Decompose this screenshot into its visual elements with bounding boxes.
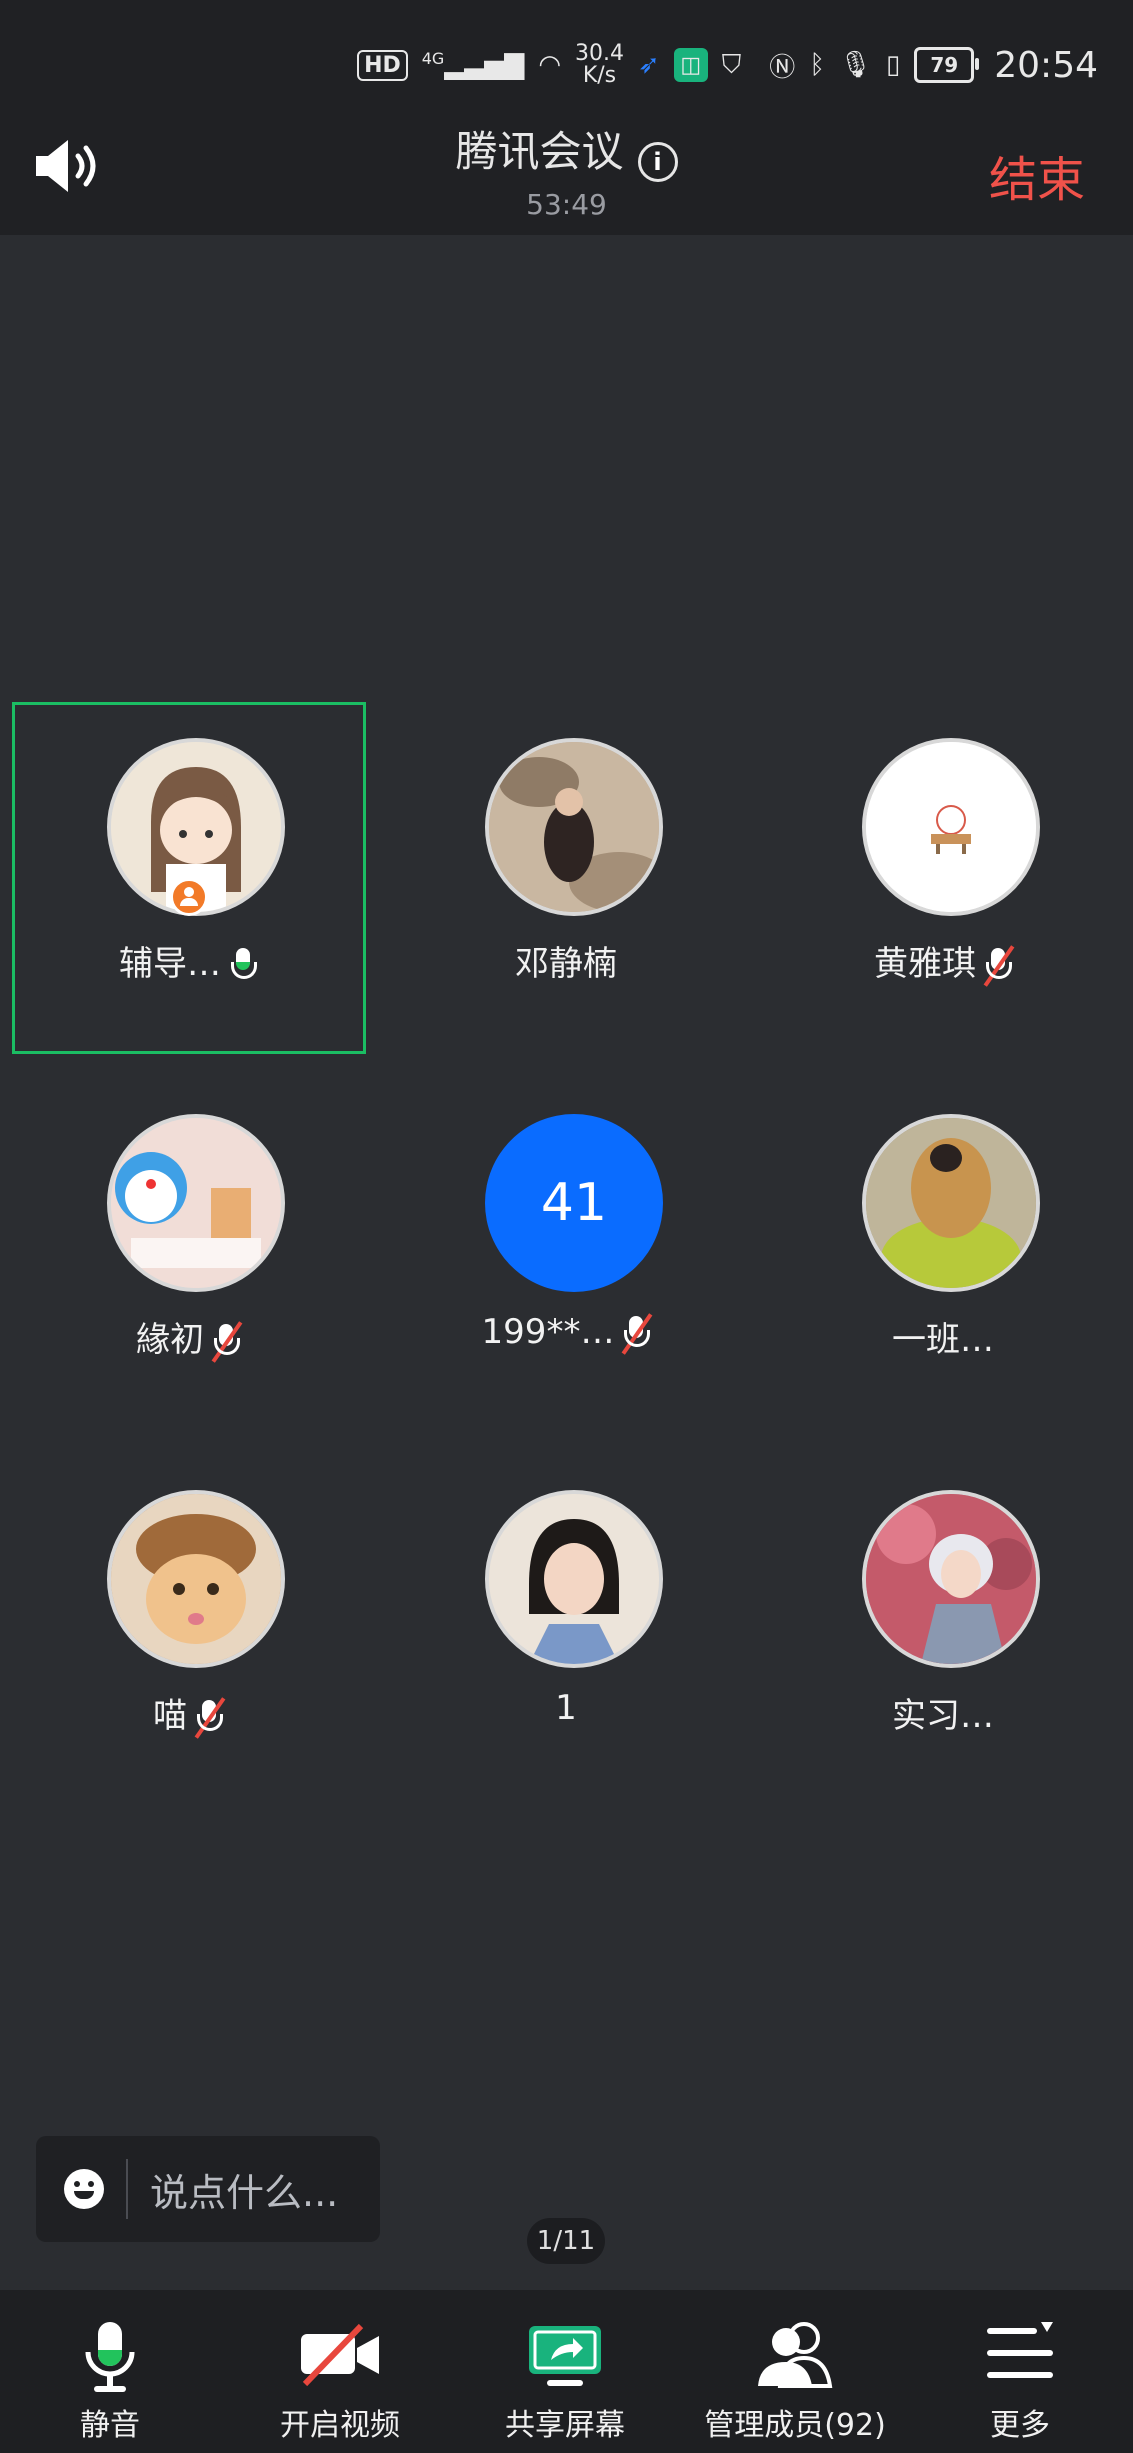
participant-tile[interactable]: 实习… xyxy=(755,1490,1115,1840)
shopping-icon: ◫ xyxy=(673,48,708,82)
status-bar: HD 4G▂▃▅▇ ◠ 30.4 K/s ➶ ◫ ⛉ Ⓝ ᛒ 🎙︎ ▯ 79 2… xyxy=(0,0,1133,125)
photo-avatar-icon xyxy=(866,1494,1036,1664)
meeting-timer: 53:49 xyxy=(526,187,607,221)
avatar xyxy=(107,1114,285,1292)
share-screen-label: 共享屏幕 xyxy=(505,2408,625,2443)
title-area[interactable]: 腾讯会议 i 53:49 xyxy=(0,118,1133,221)
participant-tile[interactable]: 1 xyxy=(378,1490,738,1840)
mic-muted-icon xyxy=(194,1696,226,1739)
divider xyxy=(126,2159,128,2219)
doraemon-avatar-icon xyxy=(111,1118,281,1288)
participant-name: 一班… xyxy=(892,1320,994,1360)
more-button[interactable]: 更多 xyxy=(960,2290,1080,2453)
photo-avatar-icon xyxy=(489,1494,659,1664)
video-off-icon xyxy=(301,2323,379,2387)
page-indicator: 1/11 xyxy=(527,2218,605,2264)
members-icon xyxy=(758,2322,833,2388)
vibrate-icon: ▯ xyxy=(885,50,901,80)
mic-muted-icon xyxy=(211,1320,243,1363)
participant-tile[interactable]: 喵 xyxy=(0,1490,360,1840)
participant-name: 邓静楠 xyxy=(515,944,617,984)
emoji-icon[interactable] xyxy=(64,2169,104,2209)
meeting-header: 腾讯会议 i 53:49 结束 xyxy=(0,110,1133,235)
mic-muted-icon xyxy=(622,1312,653,1355)
participant-name: 辅导… xyxy=(0,936,376,986)
chat-placeholder: 说点什么... xyxy=(150,2170,339,2215)
avatar xyxy=(862,1114,1040,1292)
participant-tile[interactable]: 黄雅琪 xyxy=(755,738,1115,1088)
participant-tile[interactable]: 一班… xyxy=(755,1114,1115,1464)
participant-name: 黄雅琪 xyxy=(755,936,1131,987)
avatar xyxy=(485,1490,663,1668)
signal-icon: 4G▂▃▅▇ xyxy=(421,49,525,81)
avatar: 41 xyxy=(485,1114,663,1292)
mic-on-icon xyxy=(229,946,257,986)
shield-icon: ⛉ xyxy=(721,49,742,80)
participant-tile[interactable]: 緣初 xyxy=(0,1114,360,1464)
avatar xyxy=(862,1490,1040,1668)
mute-label: 静音 xyxy=(80,2408,140,2443)
battery-icon: 79 xyxy=(914,47,980,83)
avatar xyxy=(107,1490,285,1668)
more-menu-icon xyxy=(987,2322,1053,2378)
status-icons: HD 4G▂▃▅▇ ◠ 30.4 K/s ➶ ◫ ⛉ Ⓝ ᛒ 🎙︎ ▯ 79 2… xyxy=(357,38,1098,92)
participant-tile[interactable]: 邓静楠 xyxy=(378,738,738,1088)
mic-muted-icon xyxy=(983,944,1015,987)
end-meeting-button[interactable]: 结束 xyxy=(989,140,1085,210)
participant-name: 緣初 xyxy=(0,1312,376,1363)
chat-input[interactable]: 说点什么... xyxy=(36,2136,380,2242)
wifi-icon: ◠ xyxy=(538,50,561,80)
photo-avatar-icon xyxy=(489,742,659,912)
avatar xyxy=(862,738,1040,916)
more-label: 更多 xyxy=(990,2408,1050,2443)
app-icon: ➶ xyxy=(637,50,660,80)
net-speed: 30.4 K/s xyxy=(575,41,624,88)
participant-name: 199**… xyxy=(378,1312,754,1355)
cat-avatar-icon xyxy=(111,1494,281,1664)
participant-name: 喵 xyxy=(0,1688,376,1739)
participant-tile[interactable]: 辅导… xyxy=(0,738,360,1088)
participant-tile[interactable]: 41 199**… xyxy=(378,1114,738,1464)
mute-button[interactable]: 静音 xyxy=(40,2290,180,2453)
participant-name: 实习… xyxy=(892,1696,994,1736)
manage-members-button[interactable]: 管理成员(92) xyxy=(700,2290,890,2453)
share-screen-icon xyxy=(529,2326,601,2386)
mic-status-icon: 🎙︎ xyxy=(838,50,872,80)
host-badge-icon xyxy=(170,878,208,916)
dog-avatar-icon xyxy=(866,1118,1036,1288)
meeting-title[interactable]: 腾讯会议 xyxy=(455,127,623,176)
microphone-icon xyxy=(85,2322,135,2392)
start-video-label: 开启视频 xyxy=(280,2408,400,2443)
manage-members-label: 管理成员(92) xyxy=(704,2408,886,2443)
bluetooth-icon: ᛒ xyxy=(809,50,825,80)
cartoon-avatar-icon xyxy=(866,742,1036,912)
info-icon[interactable]: i xyxy=(637,141,678,182)
hd-badge: HD xyxy=(357,49,408,81)
share-screen-button[interactable]: 共享屏幕 xyxy=(490,2290,640,2453)
bottom-toolbar: 静音 开启视频 共享屏幕 管理成员(92) 更多 xyxy=(0,2290,1133,2453)
start-video-button[interactable]: 开启视频 xyxy=(260,2290,420,2453)
nfc-icon: Ⓝ xyxy=(769,52,796,83)
avatar xyxy=(485,738,663,916)
participant-name: 1 xyxy=(555,1688,577,1728)
clock: 20:54 xyxy=(994,44,1098,86)
